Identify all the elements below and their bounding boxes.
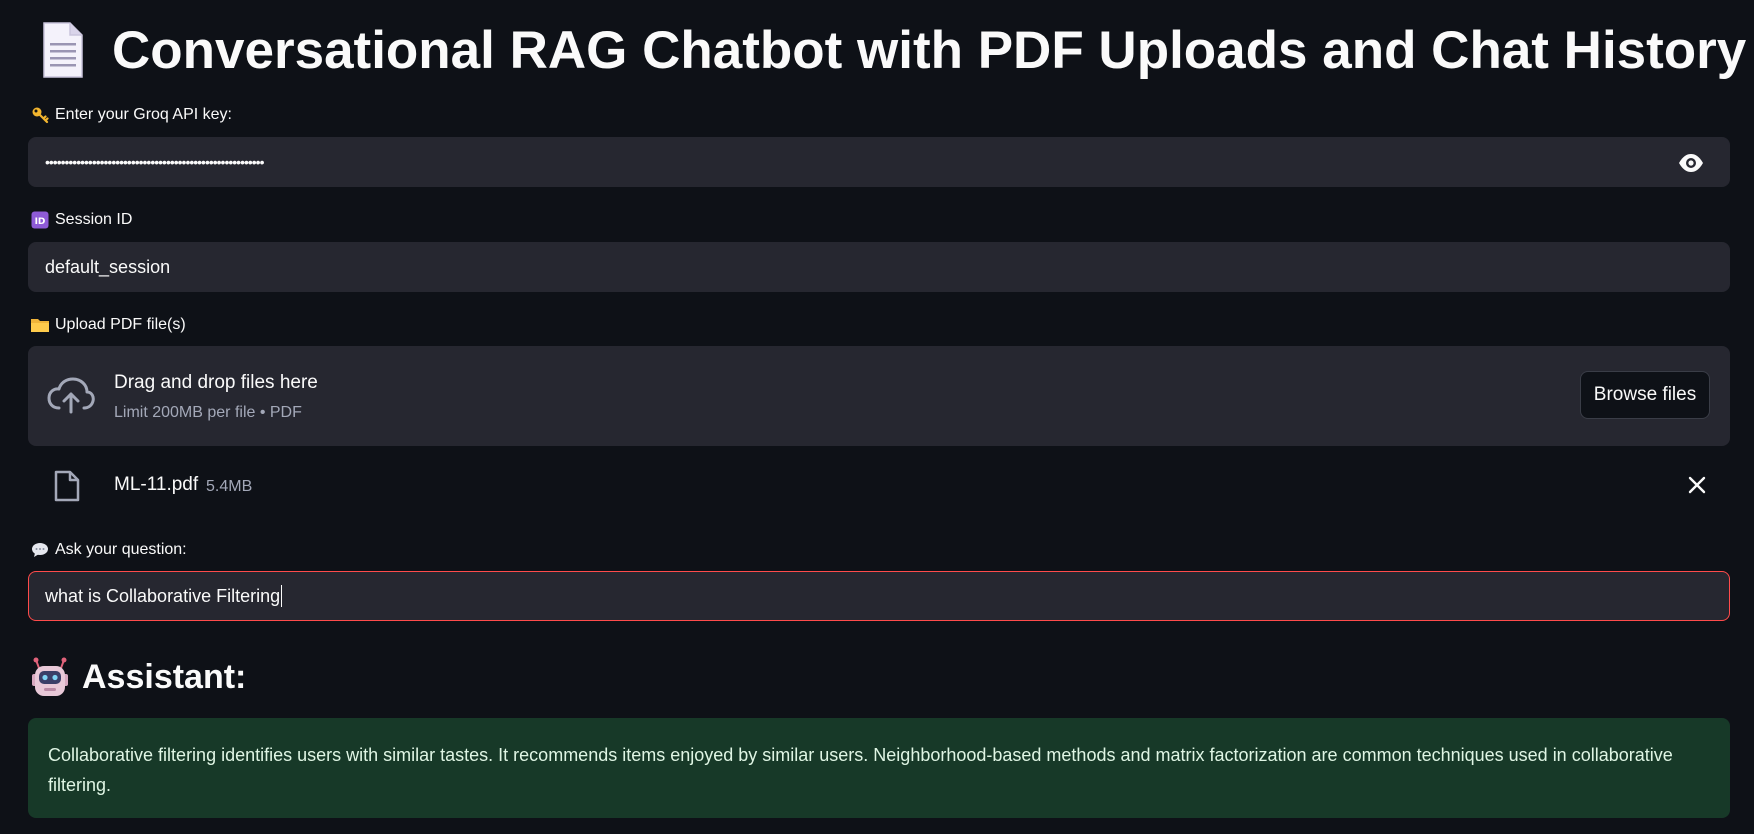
speech-balloon-icon bbox=[30, 541, 50, 559]
svg-text:ID: ID bbox=[35, 217, 46, 227]
session-id-value: default_session bbox=[45, 256, 171, 277]
assistant-answer: Collaborative filtering identifies users… bbox=[28, 718, 1730, 818]
file-dropzone[interactable]: Drag and drop files here Limit 200MB per… bbox=[28, 346, 1730, 446]
key-icon bbox=[30, 106, 50, 124]
dropzone-instructions: Drag and drop files here bbox=[114, 372, 318, 393]
dropzone-limit: Limit 200MB per file • PDF bbox=[114, 404, 302, 421]
page-title: Conversational RAG Chatbot with PDF Uplo… bbox=[112, 20, 1747, 80]
file-icon bbox=[54, 470, 80, 502]
page-header: Conversational RAG Chatbot with PDF Uplo… bbox=[40, 14, 1746, 86]
assistant-heading: Assistant: bbox=[82, 657, 247, 696]
browse-files-button[interactable]: Browse files bbox=[1580, 371, 1710, 419]
id-badge-icon: ID bbox=[30, 211, 50, 229]
api-key-label-text: Enter your Groq API key: bbox=[55, 106, 232, 123]
question-label: Ask your question: bbox=[30, 541, 187, 559]
session-id-label-text: Session ID bbox=[55, 211, 133, 228]
page-facing-up-icon bbox=[40, 21, 84, 79]
cloud-upload-icon bbox=[46, 376, 96, 416]
api-key-input[interactable]: ••••••••••••••••••••••••••••••••••••••••… bbox=[28, 137, 1730, 187]
question-value: what is Collaborative Filtering bbox=[45, 585, 281, 606]
question-label-text: Ask your question: bbox=[55, 541, 187, 558]
session-id-label: ID Session ID bbox=[30, 211, 132, 229]
api-key-label: Enter your Groq API key: bbox=[30, 106, 232, 124]
upload-label-text: Upload PDF file(s) bbox=[55, 316, 186, 333]
uploaded-file-name: ML-11.pdf bbox=[114, 474, 199, 495]
uploaded-file-size: 5.4MB bbox=[206, 478, 253, 495]
assistant-header: Assistant: bbox=[30, 652, 246, 702]
app-page: Conversational RAG Chatbot with PDF Uplo… bbox=[0, 0, 1754, 834]
folder-icon bbox=[30, 316, 50, 334]
api-key-value: ••••••••••••••••••••••••••••••••••••••••… bbox=[45, 154, 264, 170]
eye-icon[interactable] bbox=[1677, 151, 1705, 175]
text-cursor bbox=[281, 585, 283, 607]
remove-file-icon[interactable] bbox=[1686, 474, 1708, 496]
session-id-input[interactable]: default_session bbox=[28, 242, 1730, 292]
upload-label: Upload PDF file(s) bbox=[30, 316, 186, 334]
question-input[interactable]: what is Collaborative Filtering bbox=[28, 571, 1730, 621]
robot-icon bbox=[30, 656, 70, 698]
uploaded-file-item: ML-11.pdf 5.4MB bbox=[28, 462, 1730, 508]
